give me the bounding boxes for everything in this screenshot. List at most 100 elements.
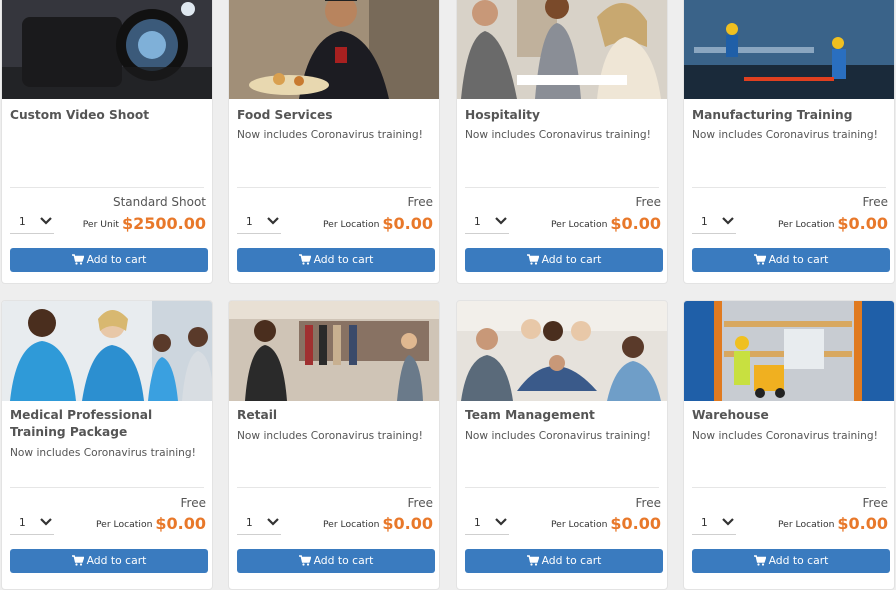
add-to-cart-button[interactable]: Add to cart bbox=[237, 549, 435, 573]
chevron-down-icon bbox=[495, 517, 507, 530]
product-title[interactable]: Warehouse bbox=[692, 407, 888, 424]
product-image[interactable] bbox=[2, 0, 212, 99]
add-to-cart-label: Add to cart bbox=[313, 253, 374, 266]
add-to-cart-button[interactable]: Add to cart bbox=[10, 549, 208, 573]
chevron-down-icon bbox=[495, 216, 507, 229]
product-card: Hospitality Now includes Coronavirus tra… bbox=[456, 0, 668, 284]
add-to-cart-button[interactable]: Add to cart bbox=[10, 248, 208, 272]
price-unit-label: Per Location bbox=[777, 219, 835, 230]
price-amount: $0.00 bbox=[837, 514, 888, 533]
add-to-cart-label: Add to cart bbox=[541, 554, 602, 567]
divider bbox=[692, 187, 886, 188]
product-subtitle: Now includes Coronavirus training! bbox=[692, 129, 878, 141]
product-title[interactable]: Team Management bbox=[465, 407, 661, 424]
quantity-select[interactable]: 1 bbox=[237, 213, 281, 234]
quantity-select[interactable]: 1 bbox=[10, 213, 54, 234]
cart-icon bbox=[526, 250, 540, 274]
price-row: Per Location $0.00 bbox=[778, 214, 888, 233]
divider bbox=[465, 187, 659, 188]
product-image[interactable] bbox=[2, 301, 212, 401]
quantity-select[interactable]: 1 bbox=[465, 514, 509, 535]
product-subtitle: Now includes Coronavirus training! bbox=[692, 430, 878, 442]
price-unit-label: Per Location bbox=[322, 219, 380, 230]
add-to-cart-label: Add to cart bbox=[86, 253, 147, 266]
chevron-down-icon bbox=[722, 216, 734, 229]
product-title[interactable]: Hospitality bbox=[465, 107, 661, 124]
add-to-cart-button[interactable]: Add to cart bbox=[465, 549, 663, 573]
quantity-select[interactable]: 1 bbox=[237, 514, 281, 535]
product-image[interactable] bbox=[684, 0, 894, 99]
price-option-label: Free bbox=[635, 496, 661, 510]
product-subtitle: Now includes Coronavirus training! bbox=[465, 430, 651, 442]
product-grid: Custom Video Shoot Standard Shoot 1 Per … bbox=[0, 0, 896, 590]
price-option-label: Free bbox=[407, 496, 433, 510]
price-option-label: Standard Shoot bbox=[112, 195, 206, 209]
divider bbox=[692, 487, 886, 488]
price-amount: $2500.00 bbox=[121, 214, 206, 233]
price-option-label: Free bbox=[862, 496, 888, 510]
chevron-down-icon bbox=[267, 216, 279, 229]
add-to-cart-label: Add to cart bbox=[541, 253, 602, 266]
add-to-cart-label: Add to cart bbox=[768, 253, 829, 266]
quantity-select[interactable]: 1 bbox=[10, 514, 54, 535]
product-image[interactable] bbox=[684, 301, 894, 401]
price-option-label: Free bbox=[407, 195, 433, 209]
price-amount: $0.00 bbox=[610, 214, 661, 233]
product-title[interactable]: Custom Video Shoot bbox=[10, 107, 206, 124]
quantity-select[interactable]: 1 bbox=[692, 514, 736, 535]
add-to-cart-label: Add to cart bbox=[768, 554, 829, 567]
chevron-down-icon bbox=[40, 517, 52, 530]
chevron-down-icon bbox=[40, 216, 52, 229]
product-card: Custom Video Shoot Standard Shoot 1 Per … bbox=[1, 0, 213, 284]
add-to-cart-label: Add to cart bbox=[86, 554, 147, 567]
product-title[interactable]: Food Services bbox=[237, 107, 433, 124]
divider bbox=[237, 487, 431, 488]
cart-icon bbox=[753, 551, 767, 575]
price-option-label: Free bbox=[862, 195, 888, 209]
price-unit-label: Per Location bbox=[550, 219, 608, 230]
quantity-select[interactable]: 1 bbox=[692, 213, 736, 234]
price-unit-label: Per Location bbox=[95, 519, 153, 530]
quantity-value: 1 bbox=[19, 216, 26, 228]
chevron-down-icon bbox=[722, 517, 734, 530]
product-image[interactable] bbox=[229, 0, 439, 99]
product-card: Manufacturing Training Now includes Coro… bbox=[683, 0, 895, 284]
add-to-cart-button[interactable]: Add to cart bbox=[237, 248, 435, 272]
price-unit-label: Per Location bbox=[322, 519, 380, 530]
quantity-select[interactable]: 1 bbox=[465, 213, 509, 234]
cart-icon bbox=[526, 551, 540, 575]
product-title[interactable]: Retail bbox=[237, 407, 433, 424]
product-title[interactable]: Manufacturing Training bbox=[692, 107, 888, 124]
divider bbox=[237, 187, 431, 188]
product-subtitle: Now includes Coronavirus training! bbox=[465, 129, 651, 141]
price-row: Per Location $0.00 bbox=[96, 514, 206, 533]
cart-icon bbox=[71, 250, 85, 274]
quantity-value: 1 bbox=[19, 517, 26, 529]
add-to-cart-button[interactable]: Add to cart bbox=[465, 248, 663, 272]
price-option-label: Free bbox=[180, 496, 206, 510]
chevron-down-icon bbox=[267, 517, 279, 530]
price-amount: $0.00 bbox=[610, 514, 661, 533]
price-amount: $0.00 bbox=[155, 514, 206, 533]
product-image[interactable] bbox=[457, 301, 667, 401]
cart-icon bbox=[71, 551, 85, 575]
product-subtitle: Now includes Coronavirus training! bbox=[237, 430, 423, 442]
divider bbox=[10, 187, 204, 188]
product-card: Warehouse Now includes Coronavirus train… bbox=[683, 300, 895, 590]
divider bbox=[465, 487, 659, 488]
product-title[interactable]: Medical Professional Training Package bbox=[10, 407, 206, 441]
product-image[interactable] bbox=[229, 301, 439, 401]
price-option-label: Free bbox=[635, 195, 661, 209]
add-to-cart-button[interactable]: Add to cart bbox=[692, 248, 890, 272]
quantity-value: 1 bbox=[246, 216, 253, 228]
add-to-cart-button[interactable]: Add to cart bbox=[692, 549, 890, 573]
quantity-value: 1 bbox=[246, 517, 253, 529]
divider bbox=[10, 487, 204, 488]
product-subtitle: Now includes Coronavirus training! bbox=[10, 447, 196, 459]
quantity-value: 1 bbox=[701, 517, 708, 529]
product-image[interactable] bbox=[457, 0, 667, 99]
price-unit-label: Per Location bbox=[777, 519, 835, 530]
quantity-value: 1 bbox=[474, 517, 481, 529]
product-card: Food Services Now includes Coronavirus t… bbox=[228, 0, 440, 284]
price-amount: $0.00 bbox=[382, 514, 433, 533]
